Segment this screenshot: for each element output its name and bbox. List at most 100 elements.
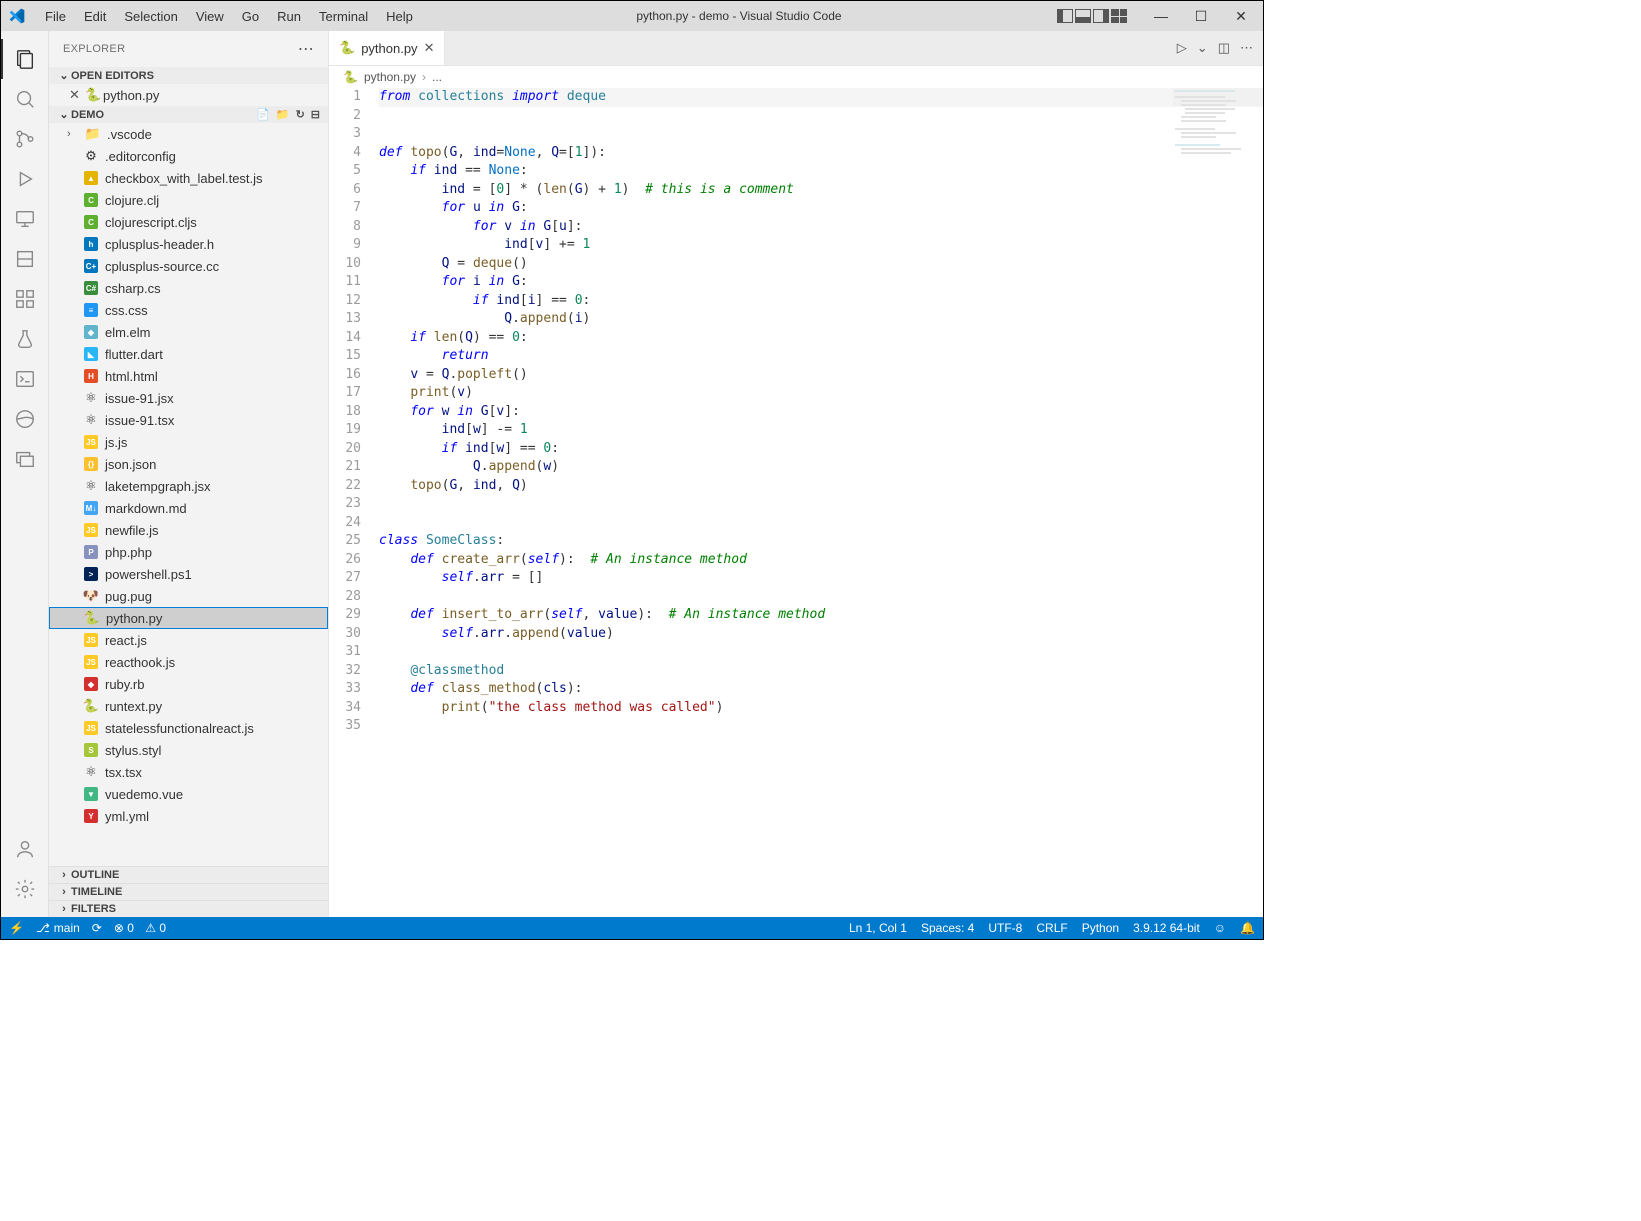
file-item[interactable]: Yyml.yml xyxy=(49,805,328,827)
code-content[interactable]: from collections import deque def topo(G… xyxy=(373,88,1263,917)
run-icon[interactable]: ▷ xyxy=(1177,40,1187,56)
minimize-button[interactable]: — xyxy=(1147,8,1175,24)
refresh-icon[interactable]: ↻ xyxy=(296,108,305,121)
breadcrumb[interactable]: 🐍 python.py › ... xyxy=(329,66,1263,88)
git-branch[interactable]: ⎇main xyxy=(36,921,80,935)
file-item[interactable]: 🐶pug.pug xyxy=(49,585,328,607)
file-item[interactable]: Cclojure.clj xyxy=(49,189,328,211)
extensions-icon[interactable] xyxy=(1,279,49,319)
file-item[interactable]: Cclojurescript.cljs xyxy=(49,211,328,233)
file-item[interactable]: ⚛laketempgraph.jsx xyxy=(49,475,328,497)
source-control-icon[interactable] xyxy=(1,119,49,159)
menu-help[interactable]: Help xyxy=(378,5,421,28)
file-item[interactable]: JSjs.js xyxy=(49,431,328,453)
new-file-icon[interactable]: 📄 xyxy=(256,108,270,121)
problems-indicator[interactable]: ⊗ 0 ⚠ 0 xyxy=(114,921,166,935)
menu-selection[interactable]: Selection xyxy=(116,5,185,28)
file-item[interactable]: Hhtml.html xyxy=(49,365,328,387)
file-item[interactable]: ◆elm.elm xyxy=(49,321,328,343)
account-icon[interactable] xyxy=(1,829,49,869)
demo-folder-section[interactable]: ⌄DEMO 📄 📁 ↻ ⊟ xyxy=(49,106,328,123)
menu-file[interactable]: File xyxy=(37,5,74,28)
file-item[interactable]: ◆ruby.rb xyxy=(49,673,328,695)
menu-terminal[interactable]: Terminal xyxy=(311,5,376,28)
menu-run[interactable]: Run xyxy=(269,5,309,28)
line-gutter: 1234567891011121314151617181920212223242… xyxy=(329,88,373,917)
file-item[interactable]: JSstatelessfunctionalreact.js xyxy=(49,717,328,739)
menubar: FileEditSelectionViewGoRunTerminalHelp xyxy=(37,5,421,28)
cursor-position[interactable]: Ln 1, Col 1 xyxy=(849,921,907,935)
file-item[interactable]: JSreacthook.js xyxy=(49,651,328,673)
file-item[interactable]: >powershell.ps1 xyxy=(49,563,328,585)
indentation[interactable]: Spaces: 4 xyxy=(921,921,974,935)
file-item[interactable]: M↓markdown.md xyxy=(49,497,328,519)
search-icon[interactable] xyxy=(1,79,49,119)
run-debug-icon[interactable] xyxy=(1,159,49,199)
menu-edit[interactable]: Edit xyxy=(76,5,114,28)
file-item[interactable]: ▲checkbox_with_label.test.js xyxy=(49,167,328,189)
file-item[interactable]: 🐍runtext.py xyxy=(49,695,328,717)
more-icon[interactable]: ⋯ xyxy=(298,39,314,59)
file-item[interactable]: ⚙.editorconfig xyxy=(49,145,328,167)
file-item[interactable]: hcplusplus-header.h xyxy=(49,233,328,255)
panel-right-icon[interactable] xyxy=(1093,9,1109,23)
run-dropdown-icon[interactable]: ⌄ xyxy=(1197,40,1208,56)
file-item[interactable]: 🐍python.py xyxy=(49,607,328,629)
code-area[interactable]: 1234567891011121314151617181920212223242… xyxy=(329,88,1263,917)
encoding[interactable]: UTF-8 xyxy=(988,921,1022,935)
tab-close-icon[interactable]: ✕ xyxy=(424,40,435,56)
file-item[interactable]: C+cplusplus-source.cc xyxy=(49,255,328,277)
activitybar xyxy=(1,31,49,917)
file-item[interactable]: Sstylus.styl xyxy=(49,739,328,761)
more-actions-icon[interactable]: ⋯ xyxy=(1240,40,1253,56)
close-button[interactable]: ✕ xyxy=(1227,8,1255,25)
new-folder-icon[interactable]: 📁 xyxy=(276,108,290,121)
settings-gear-icon[interactable] xyxy=(1,869,49,909)
folders-icon[interactable] xyxy=(1,439,49,479)
open-editors-section[interactable]: ⌄OPEN EDITORS xyxy=(49,67,328,84)
open-editor-item[interactable]: ✕ 🐍 python.py xyxy=(49,84,328,106)
filters-section[interactable]: ›FILTERS xyxy=(49,900,328,917)
sidebar: EXPLORER ⋯ ⌄OPEN EDITORS ✕ 🐍 python.py ⌄… xyxy=(49,31,329,917)
edge-icon[interactable] xyxy=(1,399,49,439)
layout-grid-icon[interactable] xyxy=(1111,9,1127,23)
sync-icon[interactable]: ⟳ xyxy=(92,921,102,935)
testing-icon[interactable] xyxy=(1,319,49,359)
outline-section[interactable]: ›OUTLINE xyxy=(49,866,328,883)
feedback-icon[interactable]: ☺ xyxy=(1214,921,1226,935)
sidebar-box-icon[interactable] xyxy=(1,239,49,279)
remote-explorer-icon[interactable] xyxy=(1,199,49,239)
close-icon[interactable]: ✕ xyxy=(69,87,85,103)
terminal-panel-icon[interactable] xyxy=(1,359,49,399)
notifications-icon[interactable]: 🔔 xyxy=(1240,921,1255,935)
explorer-icon[interactable] xyxy=(1,39,49,79)
collapse-icon[interactable]: ⊟ xyxy=(311,108,320,121)
remote-indicator[interactable]: ⚡ xyxy=(9,921,24,935)
folder-item[interactable]: ›📁.vscode xyxy=(49,123,328,145)
timeline-section[interactable]: ›TIMELINE xyxy=(49,883,328,900)
python-version[interactable]: 3.9.12 64-bit xyxy=(1133,921,1200,935)
file-item[interactable]: ⚛issue-91.tsx xyxy=(49,409,328,431)
file-item[interactable]: Pphp.php xyxy=(49,541,328,563)
menu-view[interactable]: View xyxy=(188,5,232,28)
eol[interactable]: CRLF xyxy=(1036,921,1067,935)
language-mode[interactable]: Python xyxy=(1082,921,1119,935)
panel-bottom-icon[interactable] xyxy=(1075,9,1091,23)
window-title: python.py - demo - Visual Studio Code xyxy=(421,9,1057,23)
file-item[interactable]: ⚛tsx.tsx xyxy=(49,761,328,783)
file-item[interactable]: C#csharp.cs xyxy=(49,277,328,299)
file-item[interactable]: {}json.json xyxy=(49,453,328,475)
file-item[interactable]: ≡css.css xyxy=(49,299,328,321)
tab-python[interactable]: 🐍 python.py ✕ xyxy=(329,31,445,65)
window-controls: — ☐ ✕ xyxy=(1057,8,1255,25)
file-item[interactable]: JSreact.js xyxy=(49,629,328,651)
split-editor-icon[interactable]: ◫ xyxy=(1218,40,1230,56)
file-item[interactable]: ▼vuedemo.vue xyxy=(49,783,328,805)
editor-tabs: 🐍 python.py ✕ ▷ ⌄ ◫ ⋯ xyxy=(329,31,1263,66)
file-item[interactable]: JSnewfile.js xyxy=(49,519,328,541)
file-item[interactable]: ⚛issue-91.jsx xyxy=(49,387,328,409)
file-item[interactable]: ◣flutter.dart xyxy=(49,343,328,365)
menu-go[interactable]: Go xyxy=(234,5,267,28)
panel-left-icon[interactable] xyxy=(1057,9,1073,23)
maximize-button[interactable]: ☐ xyxy=(1187,8,1215,25)
